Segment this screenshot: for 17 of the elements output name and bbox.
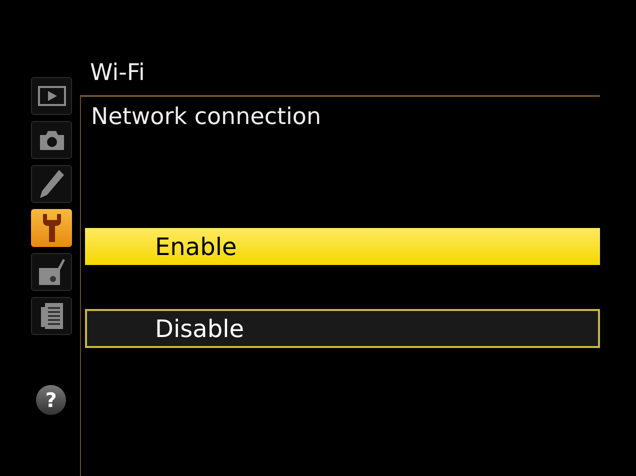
menu-tab[interactable] xyxy=(31,209,72,247)
menu-tab[interactable] xyxy=(31,253,72,291)
help-button[interactable]: ? xyxy=(36,385,66,415)
option-row[interactable]: Disable xyxy=(85,309,600,348)
pencil-icon xyxy=(38,169,64,199)
menu-tab[interactable] xyxy=(31,297,72,335)
menu-subtitle: Network connection xyxy=(90,103,322,132)
menu-tab[interactable] xyxy=(31,121,72,159)
menu-tab[interactable] xyxy=(31,165,72,203)
wrench-icon xyxy=(40,213,62,243)
menu-tab[interactable] xyxy=(31,77,72,115)
brush-icon xyxy=(38,258,66,286)
camera-icon xyxy=(38,129,66,151)
menu-title: Wi-Fi xyxy=(89,59,146,88)
play-icon xyxy=(38,86,66,106)
document-list-icon xyxy=(40,302,64,330)
option-row[interactable]: Enable xyxy=(85,228,600,265)
